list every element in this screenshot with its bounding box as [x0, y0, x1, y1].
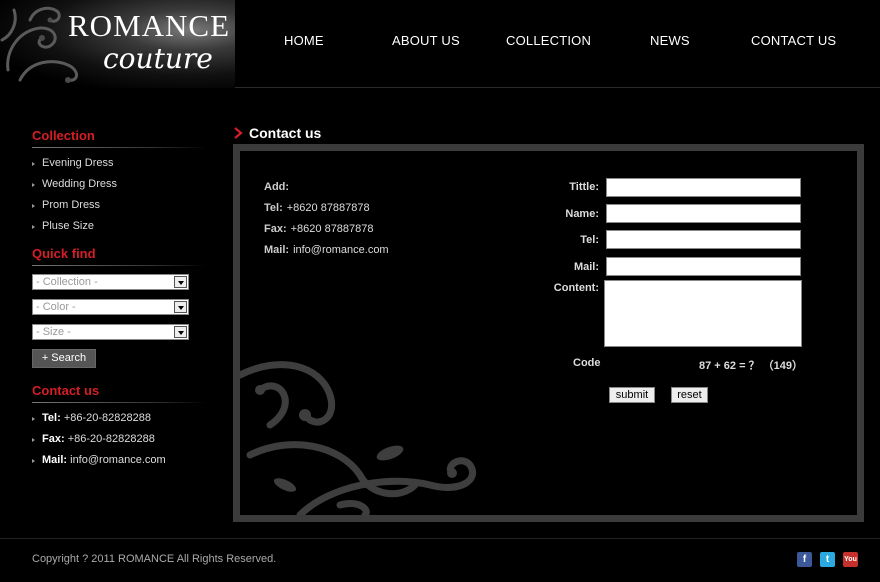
quick-find-heading: Quick find [32, 246, 96, 261]
twitter-icon[interactable]: t [820, 552, 835, 567]
info-tel-label: Tel: [264, 202, 283, 214]
content-textarea[interactable] [604, 280, 802, 347]
info-mail-value[interactable]: info@romance.com [293, 244, 389, 256]
name-label: Name: [565, 208, 599, 220]
main-nav: HOME ABOUT US COLLECTION NEWS CONTACT US [0, 33, 880, 49]
size-select[interactable]: - Size - [32, 324, 189, 340]
contact-panel: Add: Tel: +8620 87887878 Fax: +8620 878878… [233, 144, 864, 522]
sidebar-item-prom-dress[interactable]: Prom Dress [32, 195, 207, 216]
nav-contact-us[interactable]: CONTACT US [751, 33, 836, 48]
facebook-icon[interactable]: f [797, 552, 812, 567]
info-fax: Fax: +8620 87887878 [264, 223, 389, 244]
collection-select-value: - Collection - [36, 276, 98, 288]
collection-list: Evening Dress Wedding Dress Prom Dress P… [32, 153, 207, 237]
title-field[interactable] [606, 178, 801, 197]
contact-fax-value: +86-20-82828288 [67, 433, 155, 445]
contact-tel-label: Tel: [42, 412, 61, 424]
sidebar: Collection Evening Dress Wedding Dress P… [32, 128, 207, 471]
contact-fax: Fax: +86-20-82828288 [32, 429, 207, 450]
contact-fax-label: Fax: [42, 433, 65, 445]
color-select[interactable]: - Color - [32, 299, 189, 315]
sidebar-item-wedding-dress[interactable]: Wedding Dress [32, 174, 207, 195]
title-label: Tittle: [569, 181, 599, 193]
info-fax-value: +8620 87887878 [290, 223, 374, 235]
code-label: Code [573, 357, 601, 369]
copyright: Copyright ? 2011 ROMANCE All Rights Rese… [32, 553, 277, 565]
info-fax-label: Fax: [264, 223, 287, 235]
search-button[interactable]: + Search [32, 349, 96, 368]
sidebar-item-pluse-size[interactable]: Pluse Size [32, 216, 207, 237]
contact-list: Tel: +86-20-82828288 Fax: +86-20-8282828… [32, 408, 207, 471]
youtube-icon[interactable]: You [843, 552, 858, 567]
submit-button[interactable]: submit [609, 387, 655, 403]
info-tel: Tel: +8620 87887878 [264, 202, 389, 223]
floral-ornament [240, 361, 476, 515]
contact-heading: Contact us [32, 383, 100, 398]
contact-mail: Mail: info@romance.com [32, 450, 207, 471]
contact-info: Add: Tel: +8620 87887878 Fax: +8620 878878… [264, 181, 389, 265]
divider [32, 147, 207, 148]
footer-divider [0, 538, 880, 539]
nav-home[interactable]: HOME [284, 33, 324, 48]
dropdown-arrow-icon[interactable] [174, 326, 187, 338]
info-tel-value: +8620 87887878 [286, 202, 370, 214]
nav-news[interactable]: NEWS [650, 33, 690, 48]
tel-label: Tel: [580, 234, 599, 246]
info-address: Add: [264, 181, 389, 202]
collection-select[interactable]: - Collection - [32, 274, 189, 290]
info-mail: Mail: info@romance.com [264, 244, 389, 265]
captcha-question: 87 + 62 = ？ （149） [699, 360, 803, 372]
content-label: Content: [553, 282, 599, 294]
info-address-label: Add: [264, 181, 290, 193]
reset-button[interactable]: reset [671, 387, 708, 403]
contact-tel-value: +86-20-82828288 [63, 412, 151, 424]
color-select-value: - Color - [36, 301, 76, 313]
contact-tel: Tel: +86-20-82828288 [32, 408, 207, 429]
name-field[interactable] [606, 204, 801, 223]
size-select-value: - Size - [36, 326, 71, 338]
divider [32, 402, 207, 403]
nav-collection[interactable]: COLLECTION [506, 33, 591, 48]
info-mail-label: Mail: [264, 244, 290, 256]
site-header: ROMANCE couture HOME ABOUT US COLLECTION… [0, 0, 880, 88]
divider [32, 265, 207, 266]
dropdown-arrow-icon[interactable] [174, 301, 187, 313]
page-title-text: Contact us [249, 125, 322, 141]
contact-mail-label: Mail: [42, 454, 68, 466]
dropdown-arrow-icon[interactable] [174, 276, 187, 288]
nav-about-us[interactable]: ABOUT US [392, 33, 460, 48]
mail-label: Mail: [573, 261, 599, 273]
collection-heading: Collection [32, 128, 95, 143]
mail-field[interactable] [606, 257, 801, 276]
chevron-right-icon [234, 127, 243, 139]
sidebar-item-evening-dress[interactable]: Evening Dress [32, 153, 207, 174]
tel-field[interactable] [606, 230, 801, 249]
contact-mail-value[interactable]: info@romance.com [70, 454, 166, 466]
